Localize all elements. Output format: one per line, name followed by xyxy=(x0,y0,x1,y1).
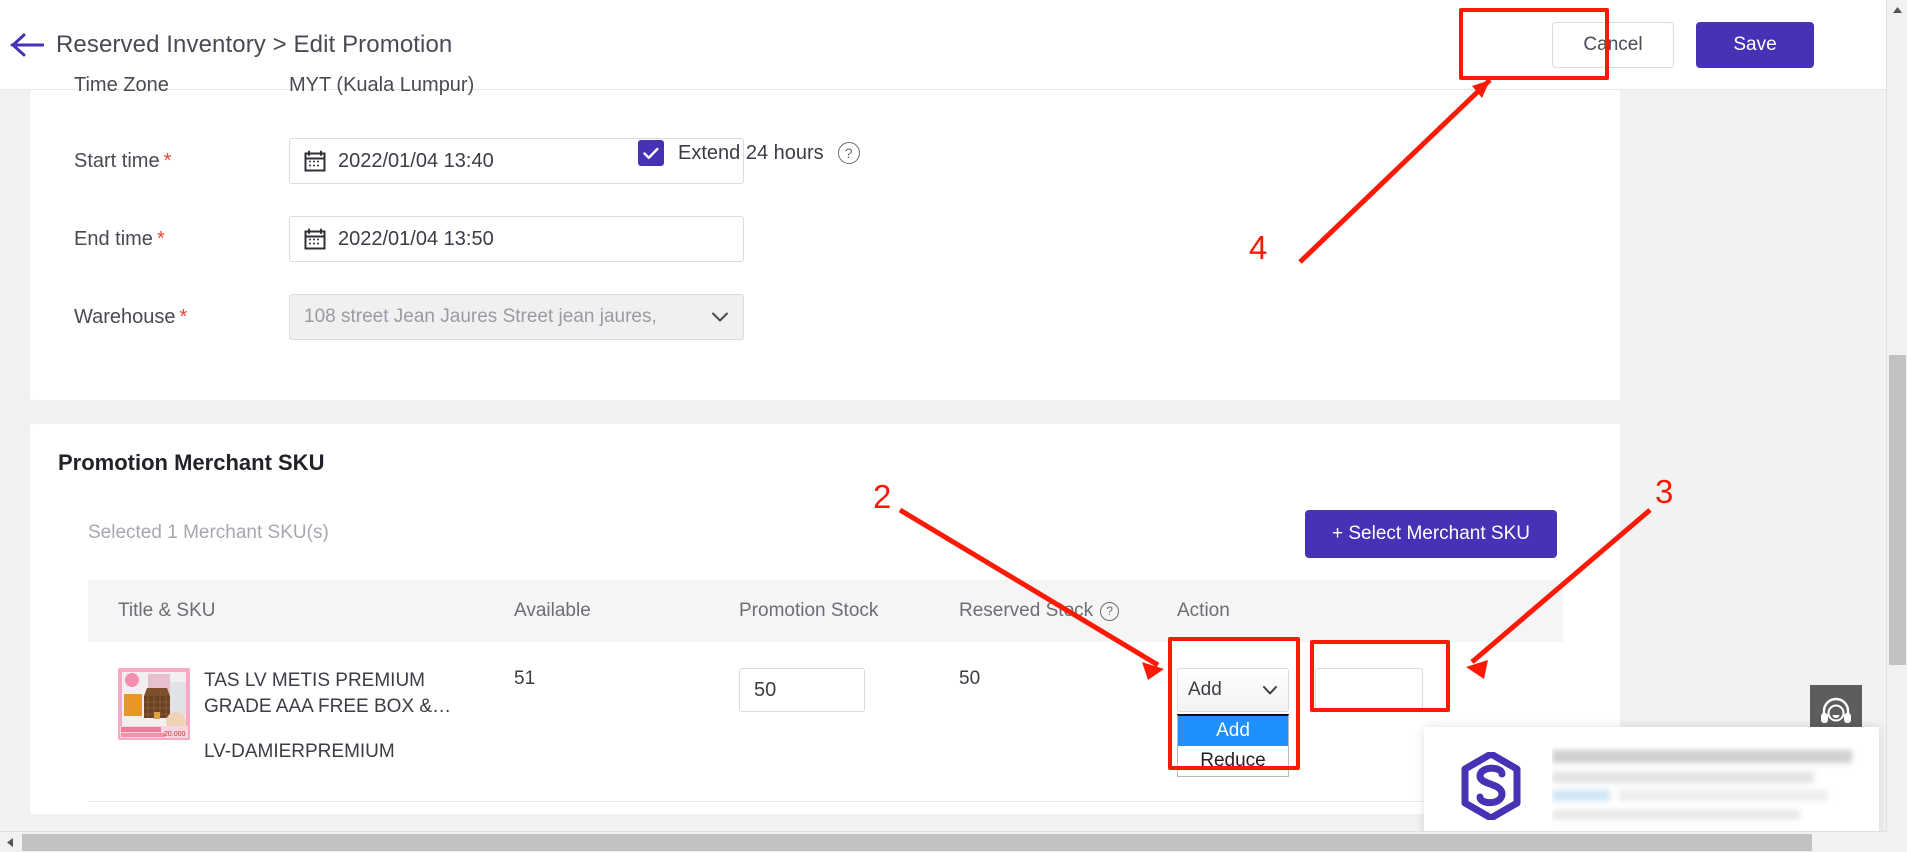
calendar-icon xyxy=(304,150,326,172)
chat-widget-blurred-text xyxy=(1552,746,1879,826)
app-root: Reserved Inventory > Edit Promotion Canc… xyxy=(0,0,1907,852)
chevron-down-icon xyxy=(712,312,728,322)
action-option-reduce[interactable]: Reduce xyxy=(1178,746,1288,776)
chevron-up-icon xyxy=(1893,7,1902,13)
arrow-left-icon xyxy=(10,33,44,56)
product-sku: LV-DAMIERPREMIUM xyxy=(204,741,395,763)
cell-action: Add Add Reduce xyxy=(1177,668,1507,777)
scroll-up-arrow-icon[interactable] xyxy=(1887,0,1907,20)
merchant-sku-table: Title & SKU Available Promotion Stock Re… xyxy=(88,580,1563,802)
back-arrow-icon[interactable] xyxy=(6,24,48,66)
check-icon xyxy=(643,147,659,159)
warehouse-value: 108 street Jean Jaures Street jean jaure… xyxy=(304,306,657,327)
svg-text:20.000: 20.000 xyxy=(164,731,186,738)
breadcrumb: Reserved Inventory > Edit Promotion xyxy=(56,30,453,58)
horizontal-scrollbar[interactable] xyxy=(0,831,1886,852)
cell-title-sku: 20.000 TAS LV METIS PREMIUM GRADE AAA FR… xyxy=(118,668,514,763)
end-time-label: End time * xyxy=(74,227,165,250)
warehouse-label: Warehouse * xyxy=(74,305,188,328)
promotion-stock-input[interactable] xyxy=(739,668,865,712)
cell-reserved-stock: 50 xyxy=(959,668,981,689)
end-time-row: End time * 2022/01/04 13:50 xyxy=(74,216,744,262)
reserved-stock-text: Reserved Stock xyxy=(959,600,1094,621)
column-header-available: Available xyxy=(514,600,591,621)
table-header-row: Title & SKU Available Promotion Stock Re… xyxy=(88,580,1563,642)
action-dropdown-list: Add Reduce xyxy=(1177,714,1289,777)
reserved-stock-help-icon[interactable]: ? xyxy=(1100,601,1120,621)
product-text: TAS LV METIS PREMIUM GRADE AAA FREE BOX … xyxy=(204,668,466,763)
required-asterisk: * xyxy=(179,305,188,328)
end-time-value: 2022/01/04 13:50 xyxy=(338,227,494,250)
timezone-label: Time Zone xyxy=(74,74,169,96)
section-title: Promotion Merchant SKU xyxy=(58,450,325,475)
extend-24h-label: Extend 24 hours xyxy=(678,141,824,164)
action-dropdown-value: Add xyxy=(1188,679,1222,700)
product-image: 20.000 xyxy=(118,668,190,740)
save-button[interactable]: Save xyxy=(1696,21,1814,68)
scroll-left-arrow-icon[interactable] xyxy=(0,832,20,852)
timezone-value: MYT (Kuala Lumpur) xyxy=(289,74,475,96)
vertical-scrollbar[interactable] xyxy=(1886,0,1907,852)
cell-promotion-stock xyxy=(739,668,959,712)
calendar-icon xyxy=(304,228,326,250)
start-time-value: 2022/01/04 13:40 xyxy=(338,149,494,172)
header-actions: Cancel Save xyxy=(1552,21,1814,68)
product-title: TAS LV METIS PREMIUM GRADE AAA FREE BOX … xyxy=(204,670,452,717)
required-asterisk: * xyxy=(156,227,165,250)
action-option-add[interactable]: Add xyxy=(1178,716,1288,746)
column-header-promotion-stock: Promotion Stock xyxy=(739,600,879,621)
column-header-action: Action xyxy=(1177,600,1230,621)
select-merchant-sku-button[interactable]: + Select Merchant SKU xyxy=(1305,510,1557,558)
chevron-down-icon xyxy=(1263,685,1277,694)
action-dropdown-button[interactable]: Add xyxy=(1177,668,1289,712)
warehouse-row: Warehouse * 108 street Jean Jaures Street… xyxy=(74,294,744,340)
end-time-input[interactable]: 2022/01/04 13:50 xyxy=(289,216,744,262)
chevron-left-icon xyxy=(7,838,13,847)
horizontal-scrollbar-thumb[interactable] xyxy=(22,834,1812,851)
start-time-label: Start time * xyxy=(74,149,172,172)
extend-24h-group[interactable]: Extend 24 hours ? xyxy=(638,140,860,166)
extend-24h-help-icon[interactable]: ? xyxy=(837,142,860,164)
column-header-reserved-stock: Reserved Stock ? xyxy=(959,600,1177,622)
action-dropdown[interactable]: Add Add Reduce xyxy=(1177,668,1297,777)
product-bag-thumbnail: 20.000 xyxy=(118,668,190,740)
annotation-number-3: 3 xyxy=(1655,473,1674,510)
required-asterisk: * xyxy=(163,149,172,172)
cancel-button[interactable]: Cancel xyxy=(1552,21,1674,68)
extend-24h-checkbox[interactable] xyxy=(638,140,664,166)
cell-available: 51 xyxy=(514,668,536,689)
table-row: 20.000 TAS LV METIS PREMIUM GRADE AAA FR… xyxy=(88,642,1563,802)
hexagon-s-logo xyxy=(1461,752,1521,820)
selected-sku-count: Selected 1 Merchant SKU(s) xyxy=(88,522,329,543)
column-header-title-sku: Title & SKU xyxy=(118,600,216,621)
chat-widget[interactable] xyxy=(1424,727,1879,845)
warehouse-select[interactable]: 108 street Jean Jaures Street jean jaure… xyxy=(289,294,744,340)
vertical-scrollbar-thumb[interactable] xyxy=(1889,355,1906,665)
timezone-row: Time Zone MYT (Kuala Lumpur) xyxy=(74,74,474,97)
schedule-card: Time Zone MYT (Kuala Lumpur) Start time *… xyxy=(30,74,1620,400)
scrollbar-corner xyxy=(1886,831,1907,852)
product-info: 20.000 TAS LV METIS PREMIUM GRADE AAA FR… xyxy=(118,668,514,763)
headset-icon xyxy=(1821,697,1851,723)
action-quantity-input[interactable] xyxy=(1315,668,1423,712)
